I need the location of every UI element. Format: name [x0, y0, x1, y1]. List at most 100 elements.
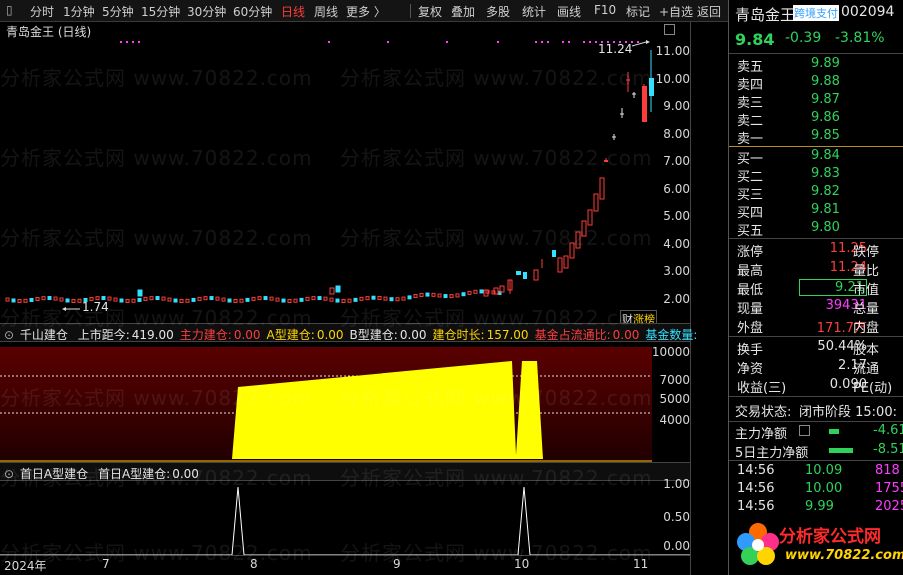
- indicator1-field: 主力建仓: 0.00: [180, 328, 261, 342]
- adjust-button[interactable]: 复权: [418, 3, 442, 20]
- candle: [251, 296, 256, 301]
- tick-volume: 1755: [875, 481, 903, 496]
- tick-row: 14:56 10.09 818: [729, 463, 903, 481]
- ask-label: 卖五: [737, 60, 764, 75]
- divider: [729, 53, 903, 54]
- stat2-row: 净资 2.17 流通: [729, 358, 903, 377]
- bid-label: 买一: [737, 152, 764, 167]
- indicator1-field-value: 0.00: [233, 328, 261, 342]
- draw-line-button[interactable]: 画线: [557, 3, 581, 20]
- bid-price: 9.81: [811, 202, 840, 217]
- f10-button[interactable]: F10: [594, 3, 616, 17]
- candle: [137, 297, 142, 302]
- indicator1-field-label: B型建仓:: [349, 328, 398, 342]
- indicator1-axis-tick: 5000: [659, 392, 690, 406]
- candle: [323, 296, 328, 301]
- ask-price: 9.86: [811, 110, 840, 125]
- low-price-label: 1.74: [82, 300, 109, 314]
- indicator1-field: B型建仓: 0.00: [350, 328, 427, 342]
- tab-5min[interactable]: 5分钟: [102, 3, 134, 20]
- collapse-icon[interactable]: ⊙: [4, 467, 14, 481]
- tab-intraday[interactable]: 分时: [30, 3, 54, 20]
- tab-60min[interactable]: 60分钟: [233, 3, 272, 20]
- toolbar-divider: [410, 4, 411, 18]
- candle: [119, 298, 124, 303]
- collapse-icon[interactable]: ⊙: [4, 328, 14, 342]
- candle: [203, 296, 208, 301]
- candle: [59, 297, 64, 302]
- ask-row: 卖四 9.88: [729, 74, 903, 93]
- ask-row: 卖一 9.85: [729, 128, 903, 147]
- date-axis-tick: 10: [514, 557, 530, 571]
- tick-time: 14:56: [737, 463, 775, 478]
- candle: [113, 297, 118, 302]
- indicator1-field: 基金占流通比: 0.00: [535, 328, 640, 342]
- indicator1-chart[interactable]: [0, 343, 690, 463]
- main-net-value: -4.61: [873, 423, 903, 438]
- tab-weekly[interactable]: 周线: [314, 3, 338, 20]
- main-net5-row: 5日主力净额 -8.51: [729, 442, 903, 461]
- ask-price: 9.87: [811, 92, 840, 107]
- candle: [299, 297, 304, 302]
- candle: [425, 292, 430, 297]
- tick-volume: 2025: [875, 499, 903, 514]
- candle: [467, 290, 472, 295]
- candle: [155, 296, 160, 301]
- price-axis-tick: 9.00: [663, 99, 690, 113]
- candle: [449, 294, 454, 299]
- candle: [395, 297, 400, 302]
- candle: [77, 298, 82, 303]
- indicator2-chart[interactable]: [0, 482, 690, 560]
- candle: [341, 298, 346, 303]
- stat-label: 现量: [737, 302, 764, 317]
- multi-stock-button[interactable]: 多股: [486, 3, 510, 20]
- ask-row: 卖五 9.89: [729, 56, 903, 75]
- tab-15min[interactable]: 15分钟: [141, 3, 180, 20]
- candle: [371, 295, 376, 300]
- ask-label: 卖四: [737, 78, 764, 93]
- price-axis-tick: 7.00: [663, 154, 690, 168]
- overlay-button[interactable]: 叠加: [451, 3, 475, 20]
- tab-30min[interactable]: 30分钟: [187, 3, 226, 20]
- candle: [197, 296, 202, 301]
- quote-panel: 青岛金王 跨境支付 002094 9.84 -0.39 -3.81% 卖五 9.8…: [728, 0, 903, 575]
- high-price-label: 11.24: [598, 42, 633, 56]
- main-net-label: 主力净额: [735, 427, 788, 442]
- candle: [143, 296, 148, 301]
- tab-more[interactable]: 更多 〉: [346, 3, 386, 20]
- add-favorite-button[interactable]: +自选: [659, 3, 693, 20]
- candle: [413, 294, 418, 299]
- ask-price: 9.85: [811, 128, 840, 143]
- candle: [23, 298, 28, 303]
- indicator1-axis-tick: 7000: [659, 373, 690, 387]
- indicator1-header: ⊙ 千山建仓 上市距今: 419.00 主力建仓: 0.00 A型建仓: 0.00 B型建仓…: [0, 323, 697, 342]
- candle: [179, 298, 184, 303]
- statistics-button[interactable]: 统计: [522, 3, 546, 20]
- candle: [353, 297, 358, 302]
- price-axis-tick: 8.00: [663, 127, 690, 141]
- date-axis-tick: 8: [250, 557, 258, 571]
- candlestick-chart[interactable]: [0, 22, 690, 322]
- candle: [185, 298, 190, 303]
- back-button[interactable]: 返回: [697, 3, 721, 20]
- candle: [305, 296, 310, 301]
- stat-right-label: 内盘: [853, 321, 880, 336]
- tick-row: 14:56 10.00 1755: [729, 481, 903, 499]
- bid-row: 买五 9.80: [729, 220, 903, 239]
- concept-badge[interactable]: 跨境支付: [793, 5, 839, 21]
- candle: [35, 296, 40, 301]
- indicator2-axis-tick: 0.00: [663, 539, 690, 553]
- indicator1-field-label: 主力建仓:: [179, 328, 232, 342]
- tab-1min[interactable]: 1分钟: [63, 3, 95, 20]
- candle: [47, 296, 52, 301]
- panel-toggle-icon[interactable]: ▯: [6, 3, 13, 17]
- date-axis-tick: 2024年: [4, 559, 47, 573]
- main-net5-label: 5日主力净额: [735, 446, 809, 461]
- info-icon[interactable]: [799, 425, 810, 436]
- stat2-label: 换手: [737, 343, 764, 358]
- mark-button[interactable]: 标记: [626, 3, 650, 20]
- bid-label: 买四: [737, 206, 764, 221]
- tab-daily[interactable]: 日线: [281, 3, 305, 20]
- ask-label: 卖一: [737, 132, 764, 147]
- trade-status-label: 交易状态:: [735, 405, 792, 420]
